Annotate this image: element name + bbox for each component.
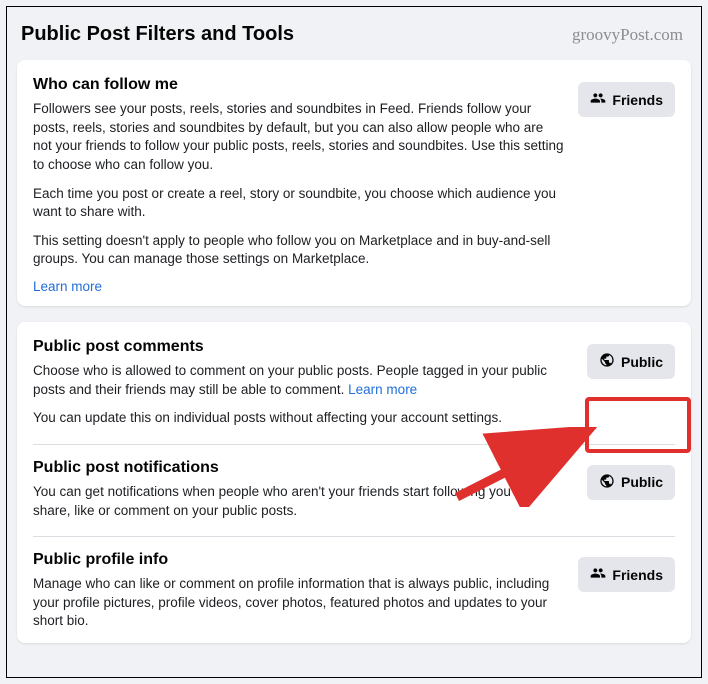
card-who-can-follow: Who can follow me Followers see your pos… [17,60,691,306]
follow-desc-2: Each time you post or create a reel, sto… [33,185,564,222]
profile-audience-button[interactable]: Friends [578,557,675,592]
profile-desc: Manage who can like or comment on profil… [33,575,564,631]
section-title-comments: Public post comments [33,338,573,356]
comments-audience-button[interactable]: Public [587,344,675,379]
section-title-follow: Who can follow me [33,76,564,94]
comments-desc-1: Choose who is allowed to comment on your… [33,362,573,399]
comments-learn-more-link[interactable]: Learn more [348,382,417,397]
divider [33,536,675,537]
follow-button-label: Friends [612,92,663,108]
divider [33,444,675,445]
globe-icon [599,473,615,492]
watermark: groovyPost.com [572,25,683,45]
comments-desc-2: You can update this on individual posts … [33,409,573,428]
section-title-profile: Public profile info [33,551,564,569]
notifications-audience-button[interactable]: Public [587,465,675,500]
comments-desc-1-text: Choose who is allowed to comment on your… [33,363,547,397]
notifications-desc: You can get notifications when people wh… [33,483,573,520]
profile-button-label: Friends [612,567,663,583]
comments-button-label: Public [621,354,663,370]
friends-icon [590,90,606,109]
notifications-button-label: Public [621,474,663,490]
card-public-post-settings: Public post comments Choose who is allow… [17,322,691,643]
follow-audience-button[interactable]: Friends [578,82,675,117]
section-title-notifications: Public post notifications [33,459,573,477]
follow-desc-3: This setting doesn't apply to people who… [33,232,564,269]
friends-icon [590,565,606,584]
follow-learn-more-link[interactable]: Learn more [33,279,564,294]
globe-icon [599,352,615,371]
follow-desc-1: Followers see your posts, reels, stories… [33,100,564,175]
